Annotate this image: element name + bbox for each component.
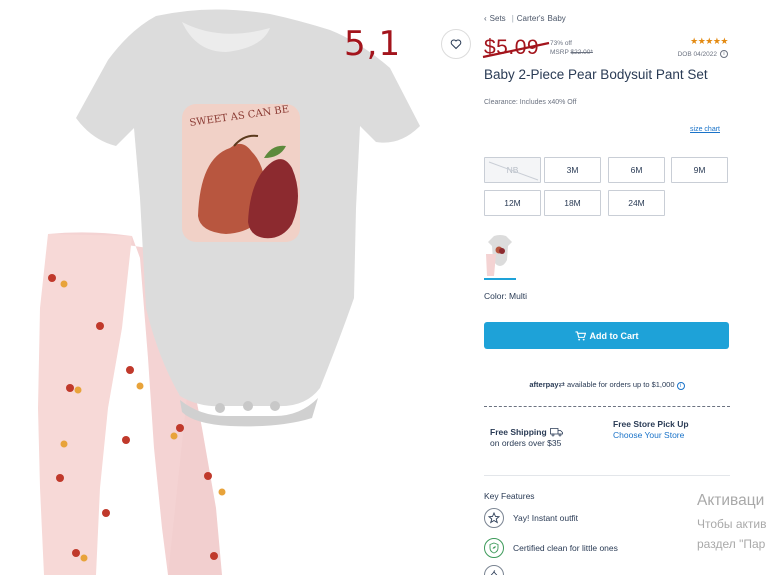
product-info: ‹ Sets | Carter's Baby $5.09 73% off MSRP $2… [482,0,730,575]
store-pickup-title: Free Store Pick Up [613,419,689,429]
key-feature-label: Certified clean for little ones [513,543,618,553]
color-label: Color: Multi [484,291,527,301]
afterpay-arrow-icon: ⇄ [558,380,565,389]
swatch-thumbnail [486,235,512,276]
unavailable-slash-icon [488,161,539,181]
size-option-12m[interactable]: 12M [484,190,541,216]
color-swatch-multi[interactable] [484,232,516,280]
free-shipping-sub: on orders over $35 [490,438,562,448]
free-shipping: Free Shipping on orders over $35 [490,427,600,448]
size-option-6m[interactable]: 6M [608,157,665,183]
breadcrumb-carters[interactable]: Carter's [517,14,545,23]
afterpay-text: available for orders up to $1,000 [566,380,675,389]
divider [484,406,730,407]
clearance-note: Clearance: Includes x40% Off [484,99,577,106]
choose-store-link[interactable]: Choose Your Store [613,430,730,440]
price-row: $5.09 73% off MSRP $22.00* ★★★★★ DOB 04/… [482,34,730,64]
key-features-title: Key Features [484,491,535,501]
watermark-line: Чтобы актив [697,517,767,531]
msrp-label: MSRP [550,49,569,56]
product-photo: SWEET AS CAN BE [38,9,420,575]
size-option-nb[interactable]: NB [484,157,541,183]
free-shipping-title: Free Shipping [490,427,547,437]
product-image[interactable]: SWEET AS CAN BE [30,8,471,575]
key-feature-item [484,565,730,575]
afterpay-banner: afterpay⇄ available for orders up to $1,… [484,380,730,390]
size-option-9m[interactable]: 9M [671,157,728,183]
watermark-line: раздел "Пар [697,537,766,551]
heart-icon [450,39,462,50]
shield-leaf-icon [484,538,504,558]
info-icon[interactable]: i [720,50,728,58]
handwritten-note: 5,1 [344,24,402,64]
watermark-title: Активаци [697,492,765,509]
breadcrumb-separator: | [511,14,514,23]
dob-label: DOB 04/2022 [677,50,717,58]
bodysuit-image: SWEET AS CAN BE [76,9,420,427]
price-discount: 73% off [550,40,572,47]
star-badge-icon [484,508,504,528]
divider [484,475,730,476]
info-icon[interactable]: i [676,382,685,390]
msrp-value: $22.00* [570,49,593,56]
size-option-18m[interactable]: 18M [544,190,601,216]
afterpay-logo: afterpay [529,380,559,389]
key-feature-item: Certified clean for little ones [484,538,730,558]
breadcrumb-sets[interactable]: Sets [490,14,506,23]
breadcrumb: ‹ Sets | Carter's Baby [484,14,569,23]
truck-icon [549,428,563,437]
product-title: Baby 2-Piece Pear Bodysuit Pant Set [484,67,708,82]
price-meta: 73% off MSRP $22.00* [550,39,593,57]
cart-icon [575,330,586,341]
add-to-cart-button[interactable]: Add to Cart [484,322,729,349]
key-feature-item: Yay! Instant outfit [484,508,730,528]
windows-activation-watermark: Активаци Чтобы актив раздел "Пар [697,492,767,554]
breadcrumb-baby[interactable]: Baby [548,14,566,23]
key-feature-label: Yay! Instant outfit [513,513,579,523]
size-chart-link[interactable]: size chart [690,126,720,133]
hanger-icon [484,565,504,575]
dob: DOB 04/2022 i [678,50,728,58]
size-option-24m[interactable]: 24M [608,190,665,216]
add-to-cart-label: Add to Cart [589,330,639,341]
wishlist-button[interactable] [441,29,471,59]
price-current: $5.09 [484,36,540,59]
rating-stars[interactable]: ★★★★★ [690,36,728,47]
store-pickup: Free Store Pick Up Choose Your Store [613,419,730,440]
size-option-3m[interactable]: 3M [544,157,601,183]
chevron-left-icon: ‹ [484,14,487,23]
